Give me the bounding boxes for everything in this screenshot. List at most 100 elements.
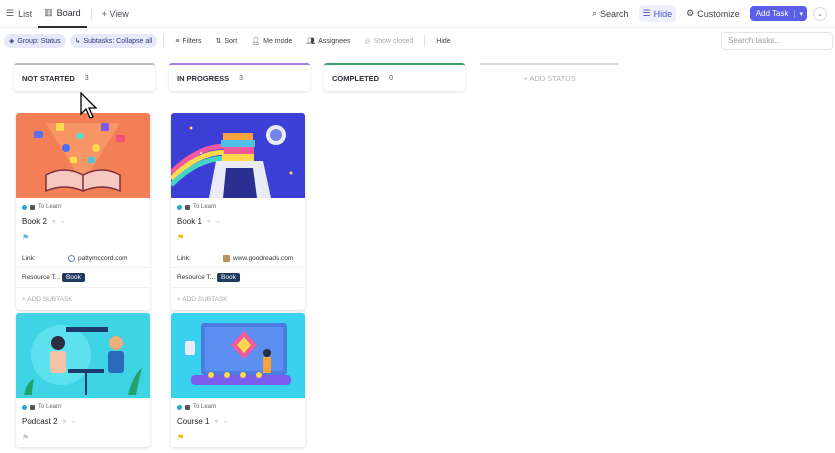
resource-type-badge[interactable]: Book bbox=[62, 273, 85, 282]
add-view-label: + View bbox=[101, 8, 129, 19]
priority-flag-icon[interactable]: ⚑ bbox=[22, 233, 144, 243]
subtasks-pill[interactable]: ↳ Subtasks: Collapse all bbox=[69, 34, 158, 48]
subtasks-label: Subtasks: Collapse all bbox=[83, 37, 153, 45]
astronaut-books-illustration bbox=[171, 125, 293, 198]
hide-label: Hide bbox=[653, 8, 673, 19]
course-illustration bbox=[185, 323, 291, 385]
task-card-course-1[interactable]: To Learn Course 1 ⚭ ⌁ ⚑ bbox=[171, 313, 305, 447]
list-color-dot bbox=[177, 404, 182, 410]
tab-list[interactable]: ☰ List bbox=[0, 0, 38, 28]
cover-image bbox=[171, 313, 305, 398]
list-location[interactable]: To Learn bbox=[177, 202, 299, 212]
filters-label: Filters bbox=[182, 37, 202, 45]
link-field-label: Link: bbox=[22, 254, 36, 262]
add-task-label: Add Task bbox=[755, 9, 789, 18]
filter-icon: ≡ bbox=[175, 37, 180, 45]
task-card-podcast-2[interactable]: To Learn Podcast 2 ⚭ ⌁ ⚑ bbox=[16, 313, 150, 447]
tab-list-label: List bbox=[18, 8, 33, 19]
column-header-in-progress[interactable]: IN PROGRESS 3 bbox=[169, 63, 310, 91]
task-title: Book 2 bbox=[22, 217, 47, 226]
link-icon: ⚭ bbox=[205, 218, 212, 226]
tab-board[interactable]: ▥ Board bbox=[38, 0, 87, 28]
list-color-dot bbox=[177, 204, 182, 210]
task-title-row[interactable]: Course 1 ⚭ ⌁ bbox=[177, 417, 299, 426]
divider bbox=[171, 287, 305, 288]
column-count: 3 bbox=[239, 74, 243, 82]
priority-flag-icon[interactable]: ⚑ bbox=[177, 433, 299, 443]
collapse-toolbar-button[interactable]: ⌄ bbox=[813, 6, 827, 21]
hide-button[interactable]: ☰ Hide bbox=[638, 5, 677, 22]
list-name: To Learn bbox=[38, 404, 62, 410]
link-field: Link: www.goodreads.com bbox=[177, 253, 299, 263]
group-status-pill[interactable]: ◈ Group: Status bbox=[4, 34, 66, 48]
search-tasks-input[interactable]: Search tasks... bbox=[721, 32, 833, 50]
search-icon: ⌕ bbox=[591, 8, 597, 18]
task-title-row[interactable]: Podcast 2 ⚭ ⌁ bbox=[22, 417, 144, 426]
list-location[interactable]: To Learn bbox=[22, 202, 144, 212]
column-count: 0 bbox=[389, 74, 393, 82]
divider bbox=[171, 267, 305, 268]
tab-board-label: Board bbox=[56, 7, 81, 18]
tag-icon: ⌁ bbox=[215, 218, 220, 226]
goodreads-icon bbox=[223, 254, 230, 262]
cover-image bbox=[171, 113, 305, 198]
list-icon: ☰ bbox=[6, 8, 15, 18]
task-title-row[interactable]: Book 2 ⚭ ⌁ bbox=[22, 217, 144, 226]
group-status-label: Group: Status bbox=[17, 37, 61, 45]
toolbar-actions: ⌕ Search ☰ Hide ⚙ Customize Add Task ▾ ⌄ bbox=[588, 5, 827, 22]
priority-flag-icon[interactable]: ⚑ bbox=[22, 433, 144, 443]
list-location[interactable]: To Learn bbox=[177, 402, 299, 412]
tab-separator bbox=[90, 7, 92, 20]
hide-icon: ☰ bbox=[642, 8, 651, 18]
list-location[interactable]: To Learn bbox=[22, 402, 144, 412]
filters-button[interactable]: ≡ Filters bbox=[170, 34, 206, 48]
column-title: NOT STARTED bbox=[22, 73, 75, 83]
show-closed-label: Show closed bbox=[373, 37, 414, 45]
chevron-down-icon[interactable]: ▾ bbox=[794, 9, 807, 18]
resource-type-label: Resource T... bbox=[22, 274, 61, 281]
column-header-not-started[interactable]: NOT STARTED 3 bbox=[14, 63, 155, 91]
add-subtask-button[interactable]: + ADD SUBTASK bbox=[22, 296, 144, 306]
task-title: Podcast 2 bbox=[22, 417, 58, 426]
link-field-label: Link: bbox=[177, 254, 191, 262]
open-book-illustration bbox=[34, 123, 125, 193]
search-button[interactable]: ⌕ Search bbox=[588, 5, 633, 22]
link-field-value[interactable]: www.goodreads.com bbox=[223, 254, 293, 262]
add-view-button[interactable]: + View bbox=[96, 0, 135, 28]
add-status-button[interactable]: + ADD STATUS bbox=[480, 63, 619, 91]
add-subtask-button[interactable]: + ADD SUBTASK bbox=[177, 296, 299, 306]
me-mode-button[interactable]: 👤︎ Me mode bbox=[246, 34, 297, 48]
list-name: To Learn bbox=[193, 404, 217, 410]
customize-button[interactable]: ⚙ Customize bbox=[682, 5, 744, 22]
show-closed-button[interactable]: ◎ Show closed bbox=[359, 34, 418, 48]
task-card-book-2[interactable]: To Learn Book 2 ⚭ ⌁ ⚑ Link: pattymccord.… bbox=[16, 113, 150, 310]
folder-icon bbox=[30, 404, 35, 410]
sort-button[interactable]: ⇅ Sort bbox=[211, 34, 243, 48]
list-color-dot bbox=[22, 204, 27, 210]
globe-icon bbox=[68, 254, 75, 262]
assignees-button[interactable]: 👥︎ Assignees bbox=[301, 34, 355, 48]
column-title: IN PROGRESS bbox=[177, 73, 230, 83]
folder-icon bbox=[185, 204, 190, 210]
task-title: Book 1 bbox=[177, 217, 202, 226]
link-icon: ⚭ bbox=[213, 418, 220, 426]
column-count: 3 bbox=[84, 74, 89, 82]
task-title: Course 1 bbox=[177, 417, 210, 426]
link-field: Link: pattymccord.com bbox=[22, 253, 144, 263]
subtasks-icon: ↳ bbox=[74, 38, 81, 45]
divider bbox=[16, 267, 150, 268]
task-title-row[interactable]: Book 1 ⚭ ⌁ bbox=[177, 217, 299, 226]
list-name: To Learn bbox=[38, 204, 62, 210]
priority-flag-icon[interactable]: ⚑ bbox=[177, 233, 299, 243]
link-field-value[interactable]: pattymccord.com bbox=[68, 254, 128, 262]
list-name: To Learn bbox=[193, 204, 217, 210]
resource-type-badge[interactable]: Book bbox=[217, 273, 240, 282]
add-task-button[interactable]: Add Task ▾ bbox=[749, 6, 807, 21]
task-card-book-1[interactable]: To Learn Book 1 ⚭ ⌁ ⚑ Link: www.goodread… bbox=[171, 113, 305, 310]
link-icon: ⚭ bbox=[50, 218, 57, 226]
tag-icon: ⌁ bbox=[223, 418, 228, 426]
column-header-completed[interactable]: COMPLETED 0 bbox=[324, 63, 465, 91]
hide-filter-button[interactable]: Hide bbox=[431, 34, 455, 48]
chevron-down-icon: ⌄ bbox=[817, 10, 823, 18]
mouse-cursor-icon bbox=[80, 92, 98, 119]
